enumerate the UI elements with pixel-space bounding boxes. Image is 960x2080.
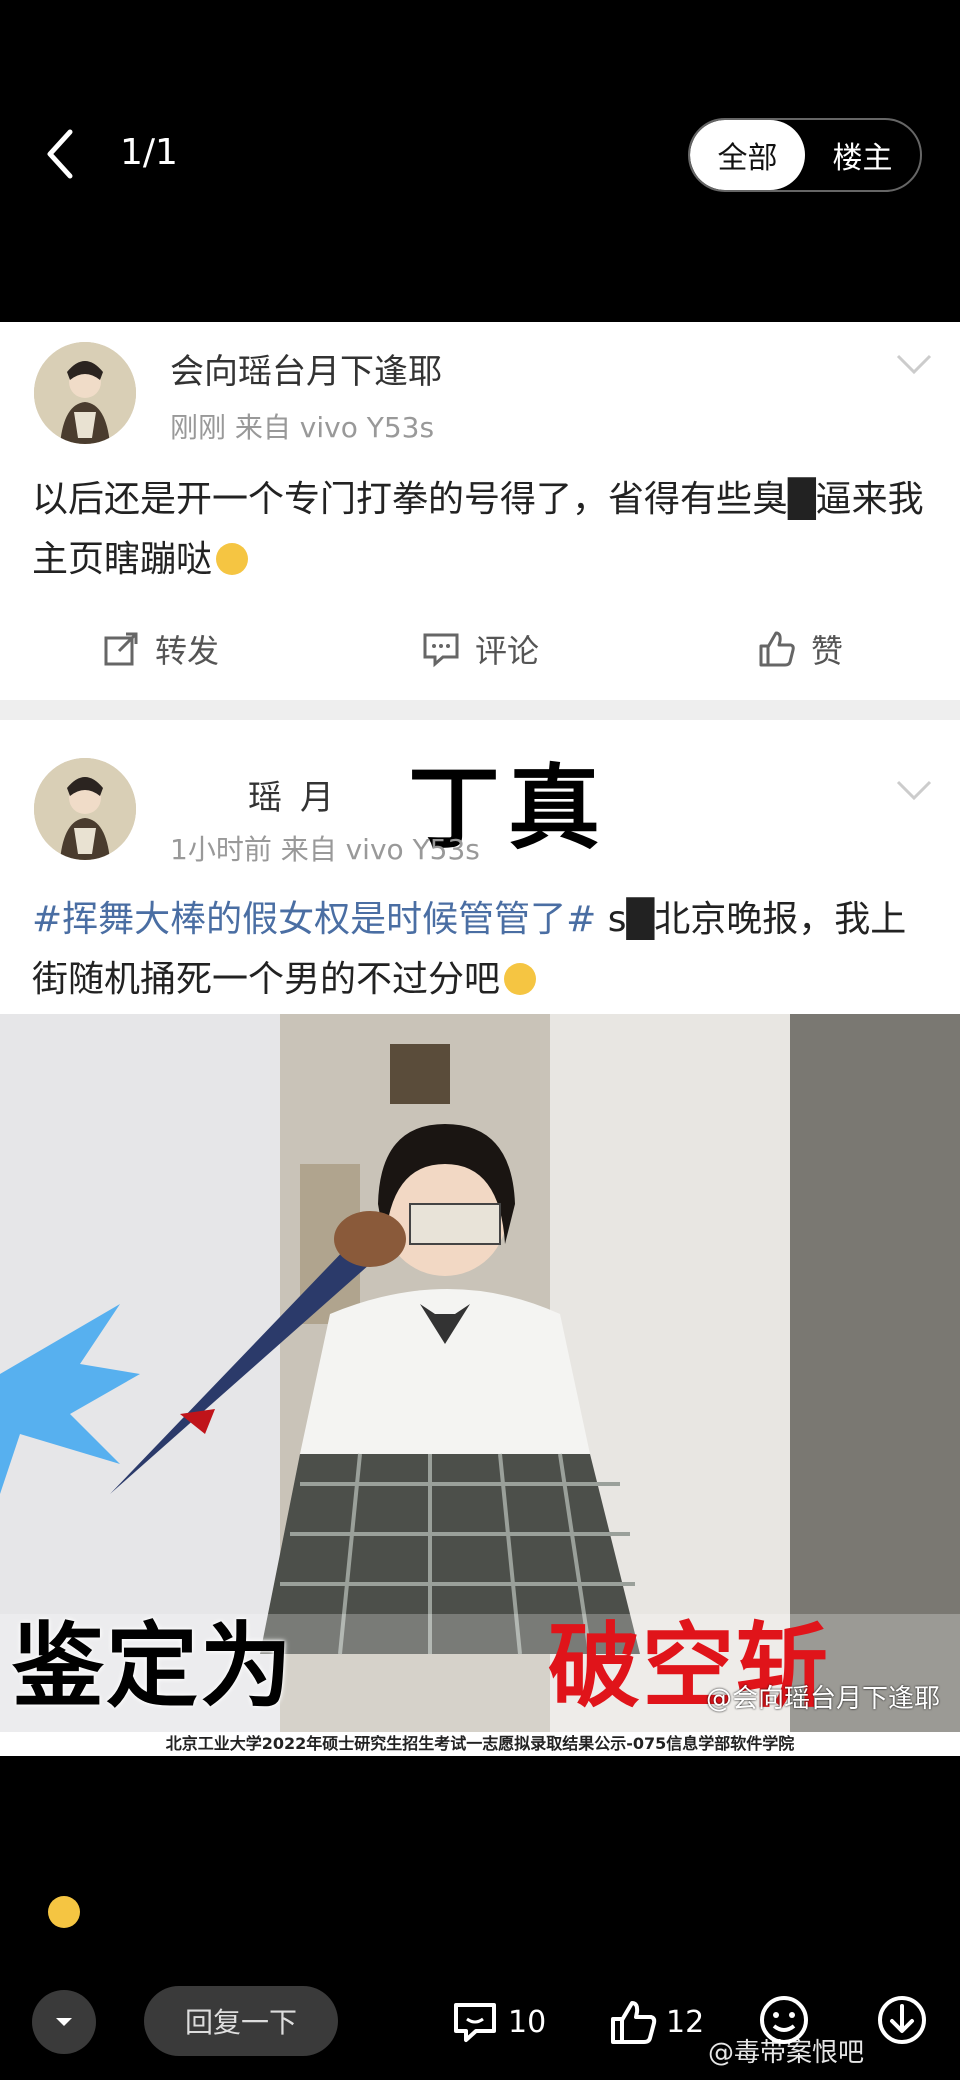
action-bar: 转发 评论 赞 (0, 614, 960, 684)
divider (0, 700, 960, 720)
like-label: 赞 (810, 632, 843, 670)
top-bar: 1/1 全部 楼主 (0, 0, 960, 320)
share-icon (104, 632, 138, 666)
avatar (34, 342, 136, 444)
caption-left: 鉴定为 (12, 1613, 295, 1720)
caret-down-icon (56, 2018, 72, 2026)
watermark: @毒带案恨吧 (708, 2038, 865, 2068)
post-body: 以后还是开一个专门打拳的号得了，省得有些臭█逼来我主页瞎蹦哒 (32, 479, 924, 580)
post-image[interactable]: 鉴定为 破空斩 @会向瑶台月下逢耶 (0, 1014, 960, 1734)
post-screenshot[interactable]: 会向瑶台月下逢耶 刚刚 来自 vivo Y53s 以后还是开一个专门打拳的号得了… (0, 322, 960, 1756)
image-watermark: @会向瑶台月下逢耶 (705, 1684, 940, 1714)
topic-link[interactable]: #挥舞大棒的假女权是时候管管了# (32, 899, 596, 940)
filter-toggle: 全部 楼主 (688, 118, 922, 192)
comment-count: 10 (508, 2004, 547, 2040)
comment-icon (423, 633, 459, 668)
post-text: 以后还是开一个专门打拳的号得了，省得有些臭█逼来我主页瞎蹦哒 (32, 470, 930, 590)
post-meta: 刚刚 来自 vivo Y53s (170, 411, 435, 444)
collapse-button[interactable] (32, 1990, 96, 2054)
bottom-bar: 回复一下 10 12 @毒带案恨吧 (0, 1756, 960, 2080)
page-counter: 1/1 (120, 132, 178, 173)
repost-button[interactable]: 转发 (0, 614, 320, 684)
avatar (34, 758, 136, 860)
comment-icon (454, 2003, 496, 2042)
repost-label: 转发 (154, 632, 219, 670)
post-meta: 1小时前 来自 vivo Y53s (170, 833, 480, 866)
post-text: #挥舞大棒的假女权是时候管管了# s█北京晚报，我上街随机捅死一个男的不过分吧 (32, 890, 930, 1010)
comment-label: 评论 (474, 632, 539, 670)
username[interactable]: 瑶月 (248, 770, 352, 819)
post-card: 会向瑶台月下逢耶 刚刚 来自 vivo Y53s 以后还是开一个专门打拳的号得了… (0, 322, 960, 700)
image-caption-strip: 北京工业大学2022年硕士研究生招生考试一志愿拟录取结果公示-075信息学部软件… (0, 1732, 960, 1756)
like-count: 12 (666, 2004, 705, 2040)
thumbs-up-icon (759, 631, 795, 667)
like-count-button[interactable]: 12 (608, 1992, 704, 2052)
chevron-down-icon[interactable] (894, 352, 934, 376)
tab-all[interactable]: 全部 (690, 120, 805, 190)
tab-op-only[interactable]: 楼主 (805, 120, 920, 190)
emoji-icon (48, 1896, 80, 1928)
like-button[interactable]: 赞 (640, 614, 960, 684)
reply-input[interactable]: 回复一下 (144, 1986, 338, 2056)
download-icon[interactable] (874, 1992, 930, 2048)
emoji-icon (504, 963, 537, 995)
chevron-down-icon[interactable] (894, 778, 934, 802)
comment-button[interactable]: 评论 (320, 614, 640, 684)
emoji-icon (216, 543, 249, 575)
thumbs-up-icon (611, 2001, 657, 2044)
back-arrow-icon[interactable] (40, 124, 80, 184)
comment-count-button[interactable]: 10 (450, 1992, 546, 2052)
username[interactable]: 会向瑶台月下逢耶 (170, 344, 442, 393)
